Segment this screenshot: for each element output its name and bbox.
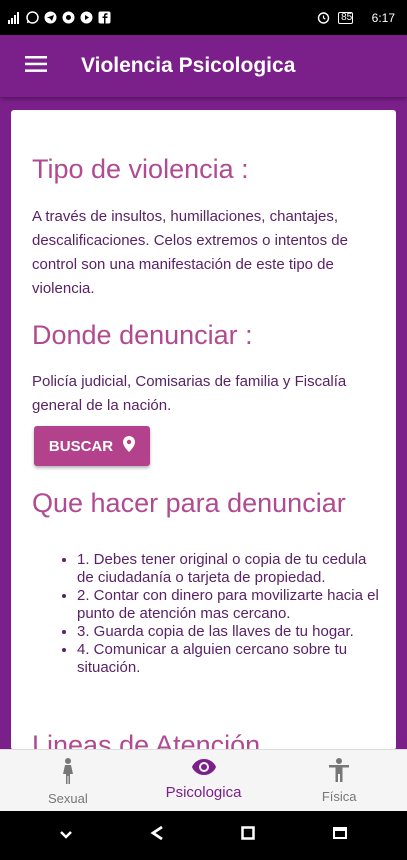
tab-sexual-label: Sexual: [47, 791, 88, 806]
back-icon[interactable]: [150, 825, 164, 846]
signal-icon: [8, 11, 21, 24]
app-bar: Violencia Psicologica: [0, 35, 407, 97]
status-left-icons: [8, 11, 111, 24]
bottom-navigation: Sexual Psicologica Física: [0, 749, 407, 811]
tab-psicologica-label: Psicologica: [165, 784, 242, 801]
home-icon[interactable]: [241, 826, 255, 845]
notification-icon: [62, 11, 75, 24]
violence-type-description: A través de insultos, humillaciones, cha…: [32, 208, 348, 297]
person-arms-icon: [328, 758, 350, 785]
status-right-icons: 85 6:17: [317, 11, 395, 25]
facebook-icon: [98, 11, 111, 24]
youtube-icon: [80, 11, 93, 24]
menu-button[interactable]: [0, 35, 72, 97]
hotlines-title: Lineas de Atención: [32, 730, 261, 750]
telegram-icon: [44, 11, 57, 24]
list-item: 4. Comunicar a alguien cercano sobre tu …: [77, 641, 382, 677]
list-item: 2. Contar con dinero para movilizarte ha…: [77, 587, 382, 623]
location-pin-icon: [123, 436, 136, 456]
list-item: 1. Debes tener original o copia de tu ce…: [77, 551, 382, 587]
person-female-icon: [61, 758, 75, 787]
buscar-button[interactable]: BUSCAR: [34, 426, 150, 466]
violence-type-title: Tipo de violencia :: [32, 154, 249, 184]
eye-icon: [191, 758, 217, 780]
content-card: Tipo de violencia : A través de insultos…: [11, 110, 396, 750]
steps-list: 1. Debes tener original o copia de tu ce…: [77, 551, 382, 677]
tab-psicologica[interactable]: Psicologica: [136, 750, 272, 811]
buscar-label: BUSCAR: [48, 437, 114, 455]
how-to-report-title: Que hacer para denunciar: [32, 488, 346, 518]
whatsapp-icon: [26, 11, 39, 24]
system-navigation-bar: [0, 811, 407, 860]
tab-fisica[interactable]: Física: [271, 750, 407, 811]
page-title: Violencia Psicologica: [81, 54, 296, 77]
list-item: 3. Guarda copia de las llaves de tu hoga…: [77, 623, 382, 641]
tab-fisica-label: Física: [321, 789, 357, 804]
where-to-report-text: Policía judicial, Comisarias de familia …: [32, 373, 347, 414]
battery-level: 85: [341, 12, 353, 23]
chevron-down-icon[interactable]: [59, 827, 73, 845]
status-bar: 85 6:17: [0, 0, 407, 35]
hamburger-menu-icon: [25, 55, 47, 77]
tab-sexual[interactable]: Sexual: [0, 750, 136, 811]
recents-icon[interactable]: [332, 826, 348, 845]
status-time: 6:17: [371, 10, 395, 25]
alarm-icon: [317, 11, 330, 24]
where-to-report-title: Donde denunciar :: [32, 320, 253, 350]
